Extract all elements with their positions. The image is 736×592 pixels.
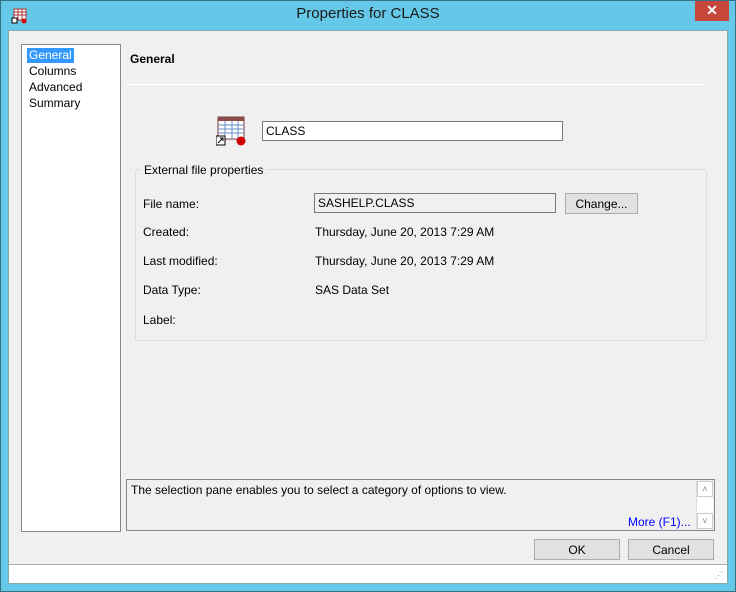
resize-grip-icon[interactable]: ⋰ (714, 570, 723, 581)
divider (127, 84, 704, 85)
description-scrollbar[interactable]: ˄ ˅ (696, 481, 713, 529)
name-input[interactable] (262, 121, 563, 141)
cancel-button[interactable]: Cancel (628, 539, 714, 560)
group-label: External file properties (141, 163, 267, 177)
page-title: General (130, 52, 175, 66)
scroll-down-icon[interactable]: ˅ (697, 513, 713, 529)
label-label: Label: (143, 313, 176, 327)
created-label: Created: (143, 225, 190, 239)
sidebar-item-general[interactable]: General (27, 48, 74, 63)
description-text: The selection pane enables you to select… (131, 483, 507, 497)
sidebar-item-summary[interactable]: Summary (27, 96, 82, 111)
sas-table-icon (216, 116, 246, 146)
data-type-label: Data Type: (143, 283, 201, 297)
data-type-value: SAS Data Set (315, 283, 390, 297)
ok-button[interactable]: OK (534, 539, 620, 560)
last-modified-label: Last modified: (143, 254, 218, 268)
category-list[interactable]: General Columns Advanced Summary (21, 44, 121, 532)
last-modified-value: Thursday, June 20, 2013 7:29 AM (315, 254, 495, 268)
more-help-link[interactable]: More (F1)... (628, 515, 691, 529)
window-title: Properties for CLASS (296, 5, 440, 22)
status-bar (9, 564, 727, 583)
change-button[interactable]: Change... (565, 193, 638, 214)
sidebar-item-advanced[interactable]: Advanced (27, 80, 84, 95)
scroll-up-icon[interactable]: ˄ (697, 481, 713, 497)
file-name-field[interactable] (314, 193, 556, 213)
close-button[interactable]: ✕ (695, 1, 729, 21)
file-name-label: File name: (143, 197, 200, 211)
created-value: Thursday, June 20, 2013 7:29 AM (315, 225, 495, 239)
sidebar-item-columns[interactable]: Columns (27, 64, 78, 79)
